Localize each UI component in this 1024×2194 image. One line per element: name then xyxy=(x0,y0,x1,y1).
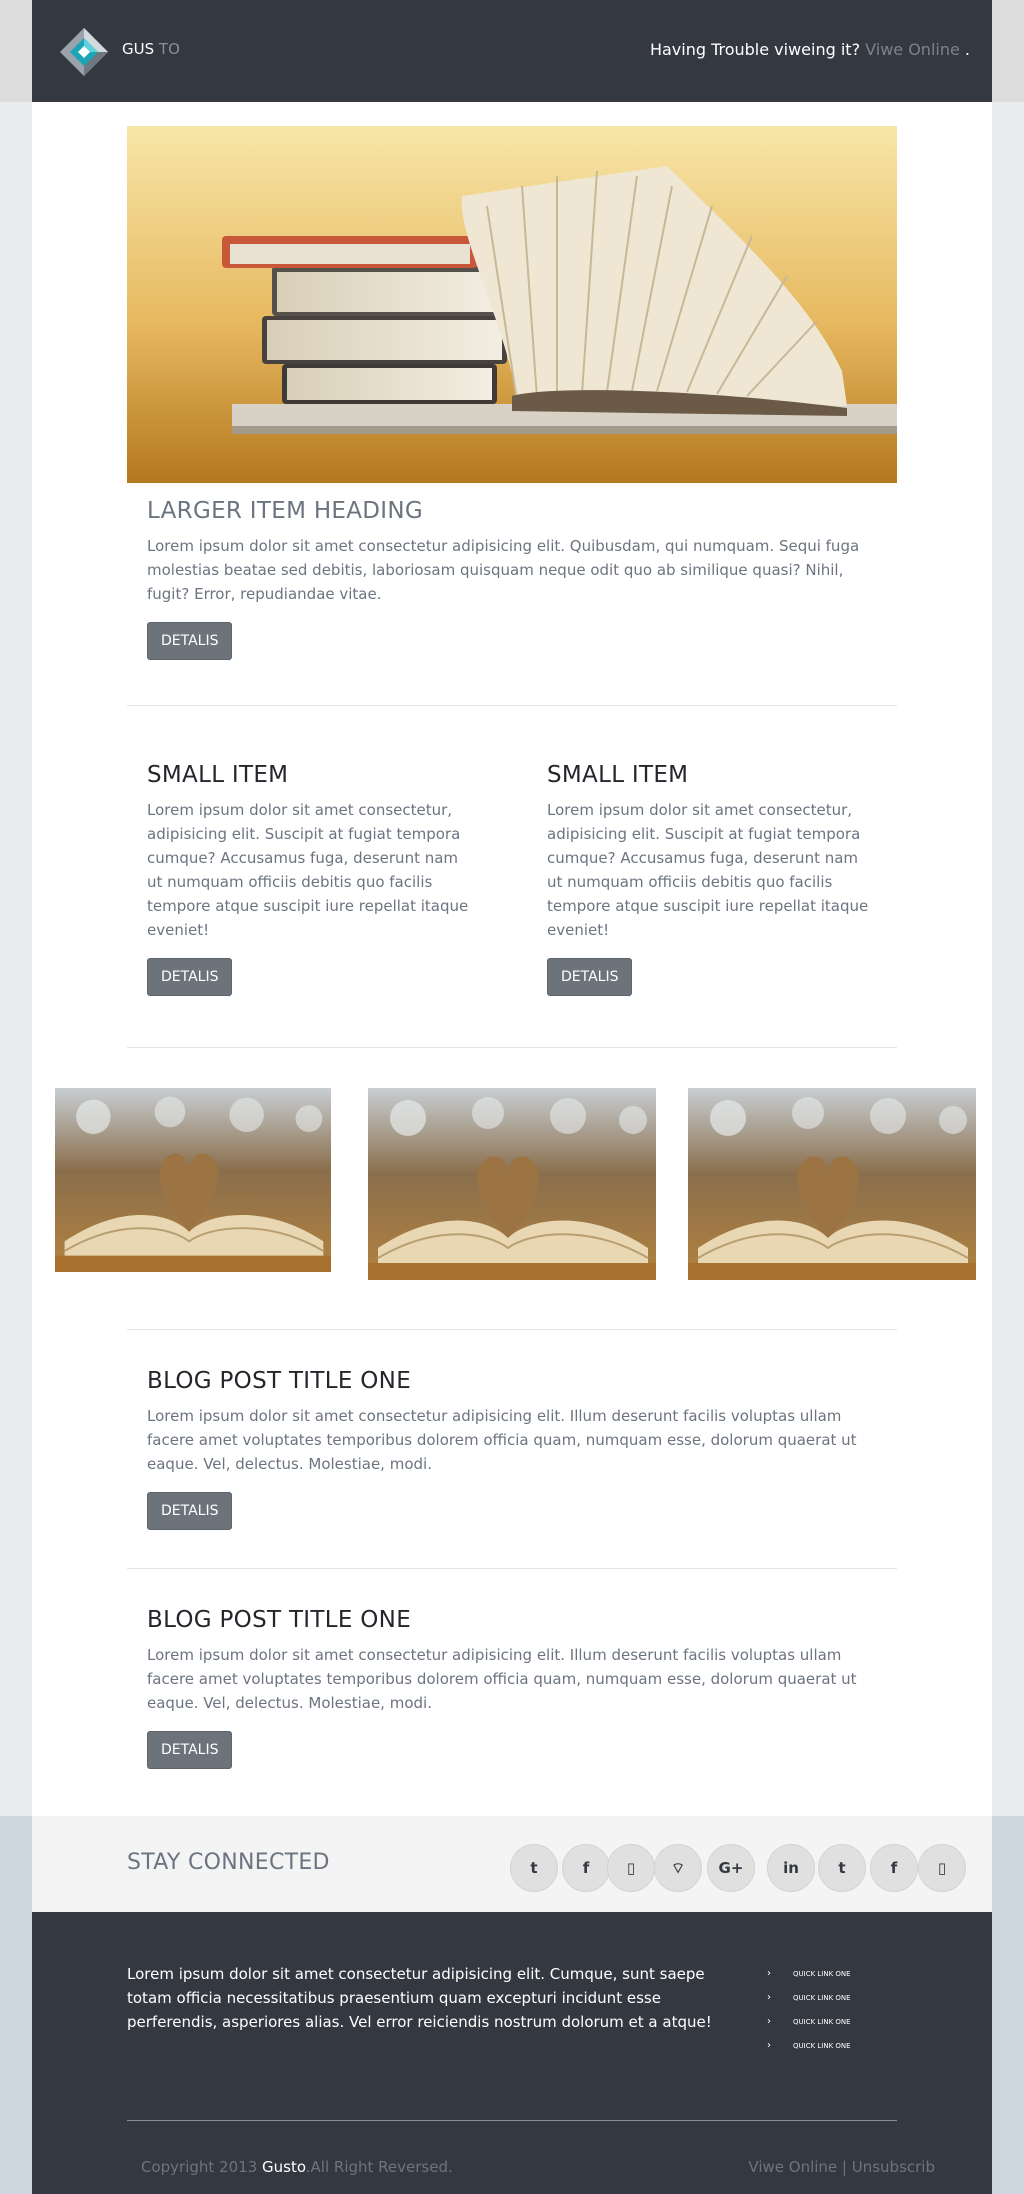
brand-main: GUS xyxy=(122,40,155,58)
blog-post-title: BLOG POST TITLE ONE xyxy=(147,1368,412,1394)
small-item-text: Lorem ipsum dolor sit amet consectetur, … xyxy=(547,801,869,939)
blog-post-details-button[interactable]: DETALIS xyxy=(147,1731,233,1769)
email-container: GUS TO Having Trouble viweing it? Viwe O… xyxy=(32,0,992,2194)
stay-connected-title: STAY CONNECTED xyxy=(127,1850,330,1875)
footer-divider xyxy=(127,2120,897,2121)
footer-link-separator: | xyxy=(837,2158,852,2176)
header: GUS TO Having Trouble viweing it? Viwe O… xyxy=(32,0,992,102)
wifi-icon[interactable]: ⌔ xyxy=(654,1844,702,1892)
social-icons: t f ▯ ⌔ G+ in t f ▯ xyxy=(510,1844,980,1894)
copyright: Copyright 2013 Gusto.All Right Reversed. xyxy=(141,2158,453,2176)
quick-link[interactable]: › QUICK LINK ONE xyxy=(767,1968,887,1982)
blog-post: BLOG POST TITLE ONE Lorem ipsum dolor si… xyxy=(147,1607,887,1769)
unsubscribe-link[interactable]: Unsubscrib xyxy=(852,2158,935,2176)
brand-name: GUS TO xyxy=(122,40,180,58)
small-item-left: SMALL ITEM Lorem ipsum dolor sit amet co… xyxy=(147,762,477,996)
twitter-icon[interactable]: t xyxy=(818,1844,866,1892)
blog-post: BLOG POST TITLE ONE Lorem ipsum dolor si… xyxy=(147,1368,887,1530)
mobile-icon[interactable]: ▯ xyxy=(607,1844,655,1892)
small-item-details-button[interactable]: DETALIS xyxy=(147,958,233,996)
footer-links: Viwe Online | Unsubscrib xyxy=(748,2158,935,2176)
mobile-icon[interactable]: ▯ xyxy=(918,1844,966,1892)
trouble-viewing-notice: Having Trouble viweing it? Viwe Online . xyxy=(650,40,970,59)
chevron-right-icon: › xyxy=(767,2016,771,2027)
quick-link-label: QUICK LINK ONE xyxy=(793,2018,851,2026)
small-item-heading: SMALL ITEM xyxy=(547,762,689,788)
trouble-end: . xyxy=(959,40,970,59)
divider xyxy=(127,1047,897,1048)
blog-post-text: Lorem ipsum dolor sit amet consectetur a… xyxy=(147,1646,857,1712)
small-item-right: SMALL ITEM Lorem ipsum dolor sit amet co… xyxy=(547,762,877,996)
view-online-link[interactable]: Viwe Online xyxy=(865,40,960,59)
heart-book-image xyxy=(688,1088,976,1280)
trouble-text: Having Trouble viweing it? xyxy=(649,40,866,59)
footer-view-online-link[interactable]: Viwe Online xyxy=(748,2158,837,2176)
divider xyxy=(127,1329,897,1330)
quick-link-label: QUICK LINK ONE xyxy=(793,1994,851,2002)
quick-link-label: QUICK LINK ONE xyxy=(793,2042,851,2050)
footer: Lorem ipsum dolor sit amet consectetur a… xyxy=(32,1912,992,2194)
copyright-pre: Copyright 2013 xyxy=(141,2158,263,2176)
chevron-right-icon: › xyxy=(767,2040,771,2051)
copyright-post: .All Right Reversed. xyxy=(305,2158,453,2176)
copyright-brand: Gusto xyxy=(262,2158,306,2176)
twitter-icon[interactable]: t xyxy=(510,1844,558,1892)
small-item-details-button[interactable]: DETALIS xyxy=(547,958,633,996)
footer-text: Lorem ipsum dolor sit amet consectetur a… xyxy=(127,1965,712,2031)
chevron-right-icon: › xyxy=(767,1968,771,1979)
large-item-text: Lorem ipsum dolor sit amet consectetur a… xyxy=(147,537,860,603)
facebook-icon[interactable]: f xyxy=(870,1844,918,1892)
large-item-section: LARGER ITEM HEADING Lorem ipsum dolor si… xyxy=(147,498,887,660)
brand-sub: TO xyxy=(158,40,180,58)
quick-link[interactable]: › QUICK LINK ONE xyxy=(767,1992,887,2006)
large-item-heading: LARGER ITEM HEADING xyxy=(147,498,424,524)
google-plus-icon[interactable]: G+ xyxy=(707,1844,755,1892)
blog-post-text: Lorem ipsum dolor sit amet consectetur a… xyxy=(147,1407,857,1473)
quick-link[interactable]: › QUICK LINK ONE xyxy=(767,2016,887,2030)
facebook-icon[interactable]: f xyxy=(562,1844,610,1892)
small-item-heading: SMALL ITEM xyxy=(147,762,289,788)
linkedin-icon[interactable]: in xyxy=(767,1844,815,1892)
chevron-right-icon: › xyxy=(767,1992,771,2003)
hero-books-image xyxy=(127,126,897,483)
stay-connected-bar: STAY CONNECTED t f ▯ ⌔ G+ in t f ▯ xyxy=(32,1816,992,1912)
divider xyxy=(127,1568,897,1569)
heart-book-image xyxy=(368,1088,656,1280)
quick-link[interactable]: › QUICK LINK ONE xyxy=(767,2040,887,2054)
blog-post-details-button[interactable]: DETALIS xyxy=(147,1492,233,1530)
small-item-text: Lorem ipsum dolor sit amet consectetur, … xyxy=(147,801,469,939)
logo-icon[interactable] xyxy=(58,26,110,78)
quick-link-label: QUICK LINK ONE xyxy=(793,1970,851,1978)
blog-post-title: BLOG POST TITLE ONE xyxy=(147,1607,412,1633)
large-item-details-button[interactable]: DETALIS xyxy=(147,622,233,660)
heart-book-image xyxy=(55,1088,331,1272)
divider xyxy=(127,705,897,706)
